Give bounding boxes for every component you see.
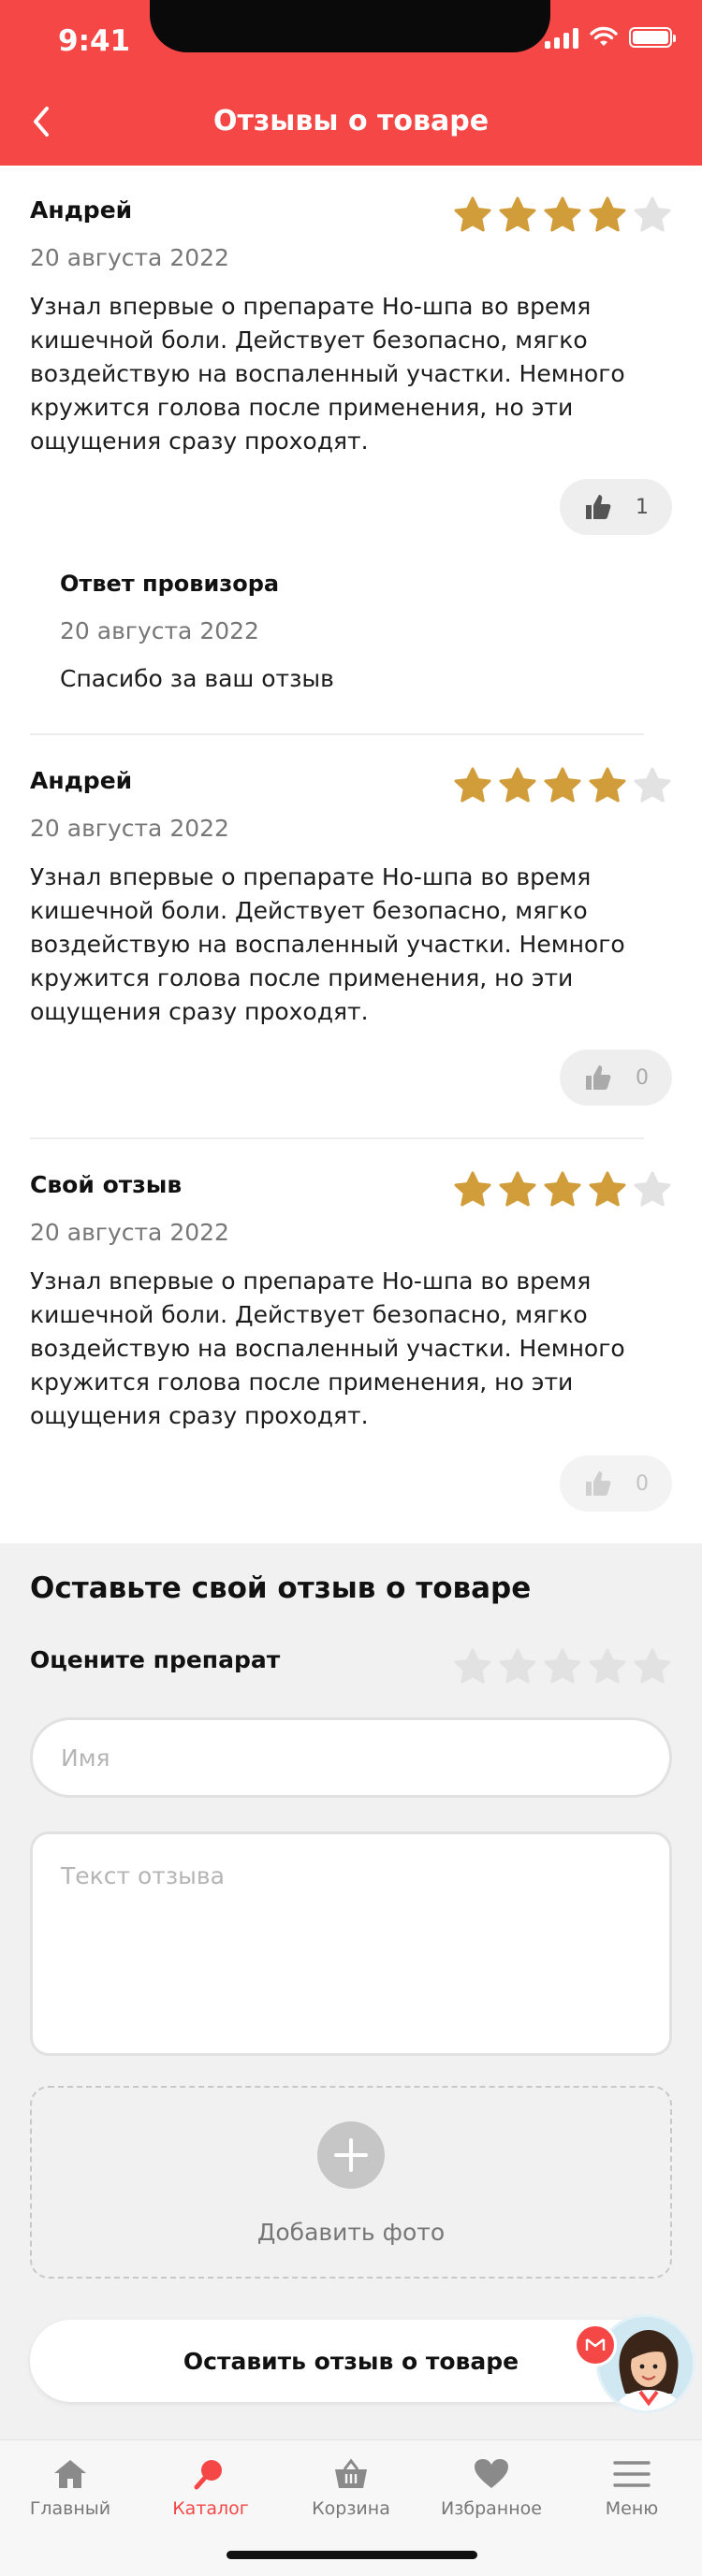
review-date: 20 августа 2022 [30,1219,229,1246]
thumbs-up-icon [586,495,611,519]
like-count: 0 [636,1065,649,1090]
divider [30,733,644,735]
star-empty-icon[interactable] [498,1646,537,1686]
star-filled-icon [544,1171,581,1207]
review-text: Узнал впервые о препарате Но-шпа во врем… [30,1267,625,1429]
tab-catalog[interactable]: Каталог [140,2453,281,2528]
review-text-input[interactable] [30,1831,672,2056]
add-photo-button[interactable]: Добавить фото [30,2086,672,2279]
rate-label: Оцените препарат [30,1646,281,1673]
pharmacist-reply: Ответ провизора 20 августа 2022 Спасибо … [60,571,640,692]
reply-text: Спасибо за ваш отзыв [60,665,334,692]
review-rating [453,1169,672,1208]
thumbs-up-icon [586,1065,611,1090]
divider [30,1137,644,1139]
review-text: Узнал впервые о препарате Но-шпа во врем… [30,293,625,455]
home-indicator [227,2551,477,2559]
review-item: Андрей 20 августа 2022 Узнал впервые о п… [30,767,672,1029]
star-filled-icon [454,767,491,803]
assistant-avatar[interactable] [596,2314,695,2413]
like-count: 1 [636,495,649,519]
star-empty-icon[interactable] [453,1646,492,1686]
like-count: 0 [636,1471,649,1496]
tab-label: Каталог [172,2498,249,2519]
review-item: Свой отзыв 20 августа 2022 Узнал впервые… [30,1171,672,1433]
basket-icon [335,2458,367,2488]
star-empty-icon[interactable] [633,1646,672,1686]
app-header: 9:41 Отзывы о товаре [0,0,702,166]
star-empty-icon[interactable] [588,1646,627,1686]
wifi-icon [590,26,618,46]
review-text: Узнал впервые о препарате Но-шпа во врем… [30,863,625,1025]
tab-menu[interactable]: Меню [562,2453,702,2528]
tab-favorites[interactable]: Избранное [421,2453,562,2528]
like-button[interactable]: 1 [560,479,672,535]
review-form: Оставьте свой отзыв о товаре Оцените пре… [0,1543,702,2439]
star-filled-icon [589,196,626,232]
battery-icon [629,27,676,48]
review-rating [453,195,672,234]
heart-icon [475,2459,508,2488]
star-empty-icon[interactable] [543,1646,582,1686]
signal-icon [545,26,578,49]
plus-icon [317,2121,385,2189]
review-date: 20 августа 2022 [30,244,229,271]
star-filled-icon [544,196,581,232]
star-filled-icon [499,1171,536,1207]
star-filled-icon [499,767,536,803]
home-icon [54,2460,86,2488]
mail-badge-icon[interactable] [574,2323,617,2366]
star-filled-icon [454,1171,491,1207]
review-item: Андрей 20 августа 2022 Узнал впервые о п… [30,196,672,458]
submit-review-button[interactable]: Оставить отзыв о товаре [30,2320,672,2402]
star-filled-icon [589,767,626,803]
name-input[interactable] [30,1717,672,1798]
review-date: 20 августа 2022 [30,815,229,842]
menu-icon [613,2461,651,2487]
form-title: Оставьте свой отзыв о товаре [30,1571,532,1605]
star-filled-icon [589,1171,626,1207]
tab-label: Корзина [312,2498,390,2519]
star-filled-icon [544,767,581,803]
page-title: Отзывы о товаре [212,105,490,137]
star-filled-icon [499,196,536,232]
like-button[interactable]: 0 [560,1049,672,1106]
like-button[interactable]: 0 [560,1455,672,1512]
reply-title: Ответ провизора [60,571,280,597]
status-time: 9:41 [58,24,131,58]
review-rating [453,765,672,804]
envelope-icon [585,2338,606,2351]
tab-label: Главный [29,2498,111,2519]
rating-input[interactable] [453,1646,672,1686]
thumbs-up-icon [586,1471,611,1496]
star-empty-icon [634,767,671,803]
tab-label: Меню [605,2498,659,2519]
star-empty-icon [634,196,671,232]
add-photo-label: Добавить фото [256,2219,446,2246]
tab-home[interactable]: Главный [0,2453,140,2528]
star-empty-icon [634,1171,671,1207]
status-icons [545,26,676,49]
device-notch [150,0,550,52]
tab-cart[interactable]: Корзина [281,2453,421,2528]
search-icon [194,2460,222,2490]
reply-date: 20 августа 2022 [60,617,259,644]
star-filled-icon [454,196,491,232]
tab-label: Избранное [441,2498,542,2519]
